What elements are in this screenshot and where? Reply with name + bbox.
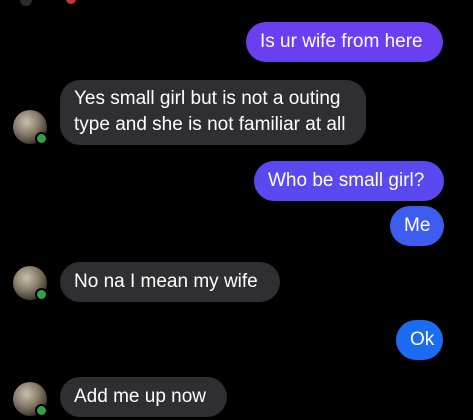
contact-avatar[interactable]: [13, 110, 48, 145]
outgoing-message[interactable]: Ok: [396, 320, 443, 360]
incoming-message[interactable]: Add me up now: [60, 377, 227, 417]
online-status-icon: [35, 404, 48, 417]
outgoing-message[interactable]: Is ur wife from here: [246, 22, 443, 62]
incoming-message[interactable]: Yes small girl but is not a outing type …: [60, 80, 366, 145]
chat-thread: Is ur wife from here Yes small girl but …: [0, 0, 473, 420]
online-status-icon: [35, 132, 48, 145]
contact-avatar[interactable]: [13, 382, 48, 417]
online-status-icon: [35, 288, 48, 301]
outgoing-message[interactable]: Who be small girl?: [254, 161, 444, 201]
outgoing-message[interactable]: Me: [390, 206, 444, 246]
incoming-message[interactable]: No na I mean my wife: [60, 262, 280, 302]
contact-avatar[interactable]: [13, 266, 48, 301]
